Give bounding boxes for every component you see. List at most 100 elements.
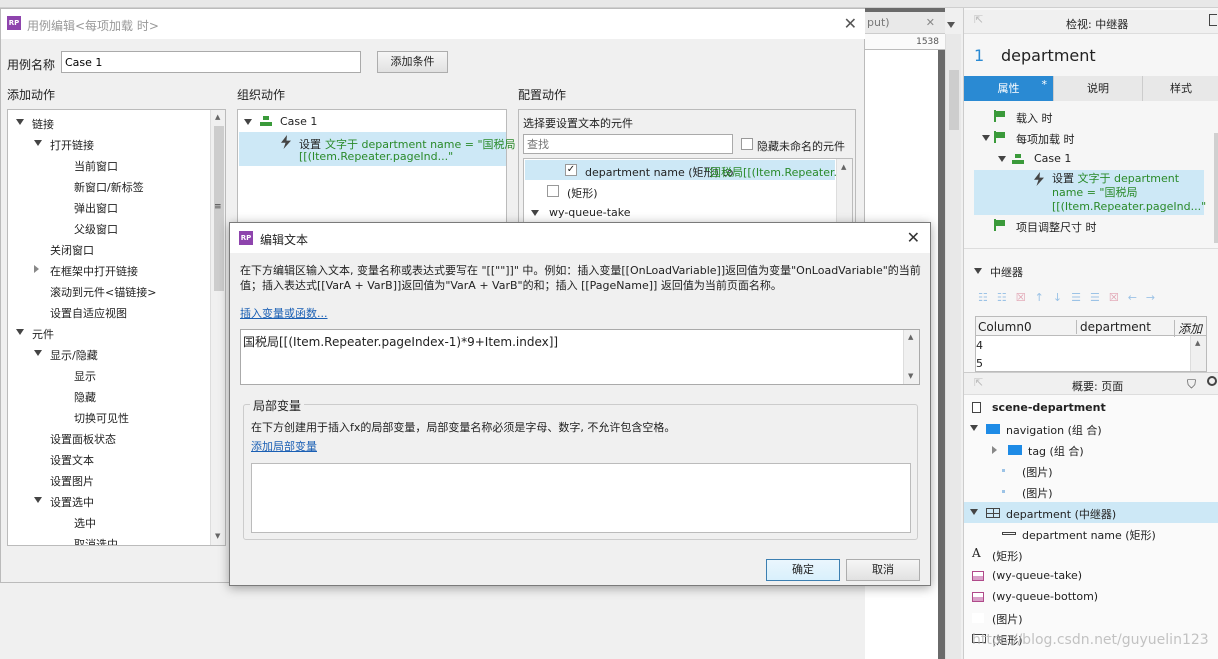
search-icon[interactable] xyxy=(1207,376,1217,386)
delete-col-icon[interactable]: ☒ xyxy=(1109,291,1128,304)
repeater-section[interactable]: 中继器 xyxy=(974,263,1174,279)
organize-action-row[interactable]: 设置 文字于 department name = "国税局 [[(Item.Re… xyxy=(239,132,516,166)
collapse-icon[interactable] xyxy=(16,119,24,125)
outline-item[interactable]: department (中继器) xyxy=(964,502,1218,523)
insert-col-left-icon[interactable]: ☰ xyxy=(1071,291,1090,304)
action-item[interactable]: 显示/隐藏 xyxy=(8,343,211,364)
action-item[interactable]: 显示 xyxy=(8,364,211,385)
scroll-up-icon[interactable]: ▲ xyxy=(841,163,846,171)
grid-cell[interactable]: 5 xyxy=(976,357,983,370)
widget-row-queue-take[interactable]: wy-queue-take xyxy=(525,202,835,222)
expand-icon[interactable] xyxy=(992,446,997,454)
outline-item[interactable]: (图片) xyxy=(964,460,1218,481)
event-onload[interactable]: 载入 时 xyxy=(990,109,1210,125)
ok-button[interactable]: 确定 xyxy=(766,559,840,581)
action-item[interactable]: 设置图片 xyxy=(8,469,211,490)
close-icon[interactable]: ✕ xyxy=(844,14,857,33)
insert-col-right-icon[interactable]: ☰ xyxy=(1090,291,1109,304)
action-item[interactable]: 选中 xyxy=(8,511,211,532)
hide-unnamed-checkbox[interactable] xyxy=(741,138,753,150)
action-item[interactable]: 取消选中 xyxy=(8,532,211,545)
case-name-input[interactable] xyxy=(61,51,361,73)
text-editor-scrollbar[interactable]: ▲ ▼ xyxy=(903,330,919,384)
collapse-icon[interactable] xyxy=(974,268,982,274)
insert-row-above-icon[interactable]: ☷ xyxy=(978,291,997,304)
collapse-icon[interactable] xyxy=(970,509,978,515)
action-item[interactable]: 隐藏 xyxy=(8,385,211,406)
move-right-icon[interactable]: → xyxy=(1146,291,1164,304)
collapse-icon[interactable] xyxy=(16,329,24,335)
event-action-row[interactable]: 设置 文字于 department name = "国税局 [[(Item.Re… xyxy=(974,170,1206,215)
widget-row-department-name[interactable]: ✓ department name (矩形) to "国税局[[(Item.Re… xyxy=(525,160,844,180)
action-item[interactable]: 设置面板状态 xyxy=(8,427,211,448)
scroll-down-icon[interactable]: ▼ xyxy=(908,372,913,380)
event-resize[interactable]: 项目调整尺寸 时 xyxy=(990,218,1210,234)
collapse-icon[interactable] xyxy=(34,497,42,503)
inspector-tab[interactable]: 说明 xyxy=(1053,76,1142,101)
expand-icon[interactable] xyxy=(34,265,39,273)
pin-icon[interactable]: ⇱ xyxy=(974,376,983,389)
collapse-icon[interactable] xyxy=(34,140,42,146)
inspector-tab[interactable]: 样式 xyxy=(1142,76,1218,101)
inspector-tab[interactable]: 属性 * xyxy=(964,76,1053,101)
scroll-down-icon[interactable]: ▼ xyxy=(215,532,220,540)
scroll-up-icon[interactable]: ▲ xyxy=(1195,339,1200,347)
action-item[interactable]: 设置自适应视图 xyxy=(8,301,211,322)
canvas-scrollbar[interactable] xyxy=(945,34,961,659)
organize-case-row[interactable]: Case 1 xyxy=(242,114,502,130)
outline-item[interactable]: scene-department xyxy=(964,397,1218,418)
panel-menu-icon[interactable] xyxy=(1209,14,1217,26)
scroll-up-icon[interactable]: ▲ xyxy=(215,113,220,121)
collapse-icon[interactable] xyxy=(970,425,978,431)
local-vars-list[interactable] xyxy=(251,463,911,533)
add-condition-button[interactable]: 添加条件 xyxy=(377,51,448,73)
move-down-icon[interactable]: ↓ xyxy=(1053,291,1071,304)
action-tree-scrollbar[interactable]: ▲ ≡ ▼ xyxy=(210,110,225,545)
grid-col-header[interactable]: 添加 xyxy=(1174,320,1202,337)
outline-item[interactable]: (图片) xyxy=(964,481,1218,502)
move-up-icon[interactable]: ↑ xyxy=(1035,291,1053,304)
outline-item[interactable]: (图片) xyxy=(964,607,1218,628)
grid-cell[interactable]: 4 xyxy=(976,339,983,352)
outline-item[interactable]: tag (组 合) xyxy=(964,439,1218,460)
action-item[interactable]: 切换可见性 xyxy=(8,406,211,427)
outline-item[interactable]: (wy-queue-take) xyxy=(964,565,1218,586)
widget-row-rect[interactable]: (矩形) xyxy=(525,181,835,201)
inspector-name[interactable]: department xyxy=(1001,46,1096,65)
outline-item[interactable]: (wy-queue-bottom) xyxy=(964,586,1218,607)
collapse-icon[interactable] xyxy=(34,350,42,356)
action-item[interactable]: 元件 xyxy=(8,322,211,343)
action-item[interactable]: 父级窗口 xyxy=(8,217,211,238)
filter-icon[interactable]: ⛉ xyxy=(1187,377,1196,392)
widget-search-input[interactable] xyxy=(523,134,733,154)
expand-icon[interactable] xyxy=(244,119,252,125)
insert-variable-link[interactable]: 插入变量或函数... xyxy=(240,305,328,321)
grid-col-header[interactable]: Column0 xyxy=(978,320,1032,334)
action-item[interactable]: 打开链接 xyxy=(8,133,211,154)
case-dialog-titlebar[interactable]: RP 用例编辑<每项加载 时> ✕ xyxy=(1,9,865,39)
grid-scrollbar[interactable]: ▲ xyxy=(1190,336,1206,371)
move-left-icon[interactable]: ← xyxy=(1128,291,1146,304)
grid-col-header[interactable]: department xyxy=(1076,320,1151,334)
inspector-scrollbar[interactable] xyxy=(1214,133,1218,243)
outline-item[interactable]: navigation (组 合) xyxy=(964,418,1218,439)
action-item[interactable]: 新窗口/新标签 xyxy=(8,175,211,196)
insert-row-below-icon[interactable]: ☷ xyxy=(997,291,1016,304)
action-item[interactable]: 弹出窗口 xyxy=(8,196,211,217)
add-local-var-link[interactable]: 添加局部变量 xyxy=(251,438,317,454)
edit-text-titlebar[interactable]: RP 编辑文本 ✕ xyxy=(230,223,930,253)
scroll-thumb[interactable] xyxy=(949,70,959,130)
expand-icon[interactable] xyxy=(998,156,1006,162)
expand-icon[interactable] xyxy=(531,210,539,216)
widget-list-scrollbar[interactable]: ▲ xyxy=(836,159,852,227)
action-item[interactable]: 设置选中 xyxy=(8,490,211,511)
action-item[interactable]: 设置文本 xyxy=(8,448,211,469)
action-item[interactable]: 关闭窗口 xyxy=(8,238,211,259)
scroll-up-icon[interactable]: ▲ xyxy=(908,333,913,341)
cancel-button[interactable]: 取消 xyxy=(846,559,920,581)
widget-checkbox[interactable] xyxy=(547,185,559,197)
action-item[interactable]: 在框架中打开链接 xyxy=(8,259,211,280)
expand-icon[interactable] xyxy=(982,135,990,141)
event-case[interactable]: Case 1 xyxy=(996,151,1206,167)
pin-icon[interactable]: ⇱ xyxy=(974,13,983,26)
